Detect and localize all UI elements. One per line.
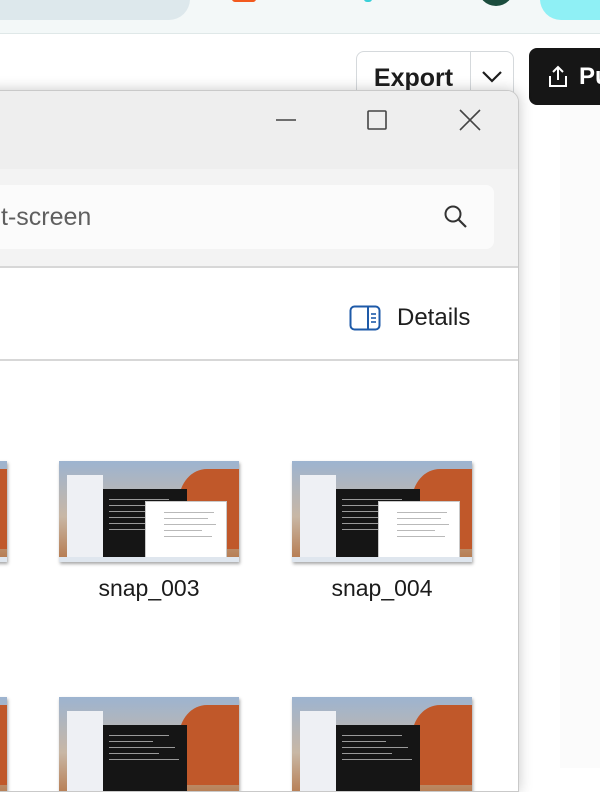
search-input[interactable]: t-screen <box>0 185 494 249</box>
details-pane-icon <box>349 305 381 331</box>
publish-button[interactable]: Pu <box>529 48 600 105</box>
file-thumbnail[interactable] <box>0 461 7 562</box>
command-bar: Details <box>0 268 518 361</box>
file-grid: snap_003 snap_004 <box>0 361 518 791</box>
file-thumbnail[interactable] <box>292 461 472 562</box>
file-explorer-window: t-screen Details snap_003 snap_004 <box>0 90 519 792</box>
search-query-text: t-screen <box>1 203 92 231</box>
details-pane-button[interactable]: Details <box>349 300 470 336</box>
file-thumbnail[interactable] <box>59 697 239 791</box>
file-thumbnail[interactable] <box>0 697 7 791</box>
publish-label: Pu <box>579 62 600 90</box>
background-tab-pill[interactable] <box>0 0 190 20</box>
details-label: Details <box>397 304 471 331</box>
file-thumbnail[interactable] <box>292 697 472 791</box>
close-button[interactable] <box>447 97 493 143</box>
maximize-button[interactable] <box>354 97 400 143</box>
chevron-down-icon <box>482 71 502 83</box>
file-thumbnail[interactable] <box>59 461 239 562</box>
title-bar[interactable] <box>0 91 518 170</box>
minimize-button[interactable] <box>263 97 309 143</box>
file-name-label[interactable]: snap_003 <box>59 575 239 602</box>
close-icon <box>459 109 481 131</box>
search-button[interactable] <box>443 204 469 230</box>
background-orange-icon[interactable] <box>232 0 256 2</box>
share-icon <box>549 65 567 87</box>
maximize-icon <box>367 110 387 130</box>
minimize-icon <box>276 119 296 121</box>
address-bar-row: t-screen <box>0 169 518 268</box>
file-name-label[interactable]: snap_004 <box>292 575 472 602</box>
search-icon <box>444 205 467 228</box>
background-side-panel <box>560 105 600 768</box>
